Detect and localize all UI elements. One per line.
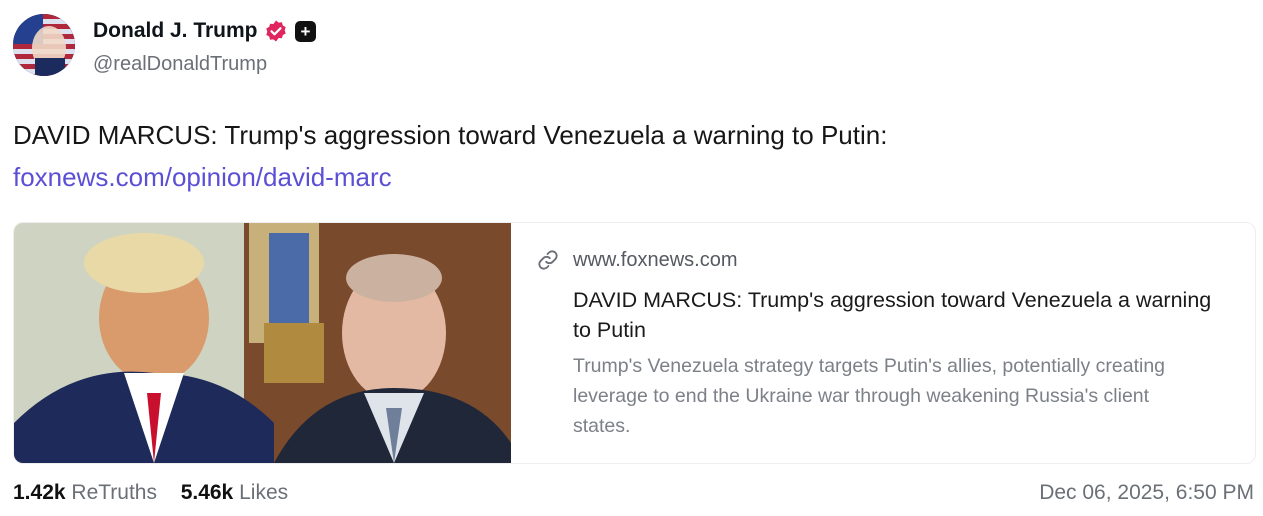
- likes-count: 5.46k: [180, 481, 234, 504]
- post-stats: 1.42k ReTruths 5.46k Likes: [13, 479, 288, 507]
- card-domain: www.foxnews.com: [573, 249, 738, 271]
- verified-badge-icon: [264, 19, 288, 43]
- card-description: Trump's Venezuela strategy targets Putin…: [573, 355, 1166, 437]
- retruths-label: ReTruths: [71, 481, 157, 504]
- link-icon: [537, 249, 559, 271]
- retruths-stat[interactable]: 1.42k ReTruths: [13, 481, 163, 504]
- author-avatar[interactable]: [13, 14, 75, 76]
- link-preview-card[interactable]: www.foxnews.com DAVID MARCUS: Trump's ag…: [13, 222, 1256, 464]
- plus-badge-icon: +: [295, 21, 316, 42]
- post-link[interactable]: foxnews.com/opinion/david-marc: [13, 161, 392, 193]
- post-text: DAVID MARCUS: Trump's aggression toward …: [13, 120, 888, 150]
- card-title[interactable]: DAVID MARCUS: Trump's aggression toward …: [573, 285, 1233, 345]
- author-handle[interactable]: @realDonaldTrump: [93, 51, 267, 77]
- likes-label: Likes: [239, 481, 289, 504]
- card-image[interactable]: [14, 223, 511, 463]
- likes-stat[interactable]: 5.46k Likes: [181, 481, 288, 504]
- retruths-count: 1.42k: [13, 481, 66, 504]
- author-name[interactable]: Donald J. Trump: [93, 18, 258, 44]
- post-timestamp[interactable]: Dec 06, 2025, 6:50 PM: [1039, 479, 1254, 507]
